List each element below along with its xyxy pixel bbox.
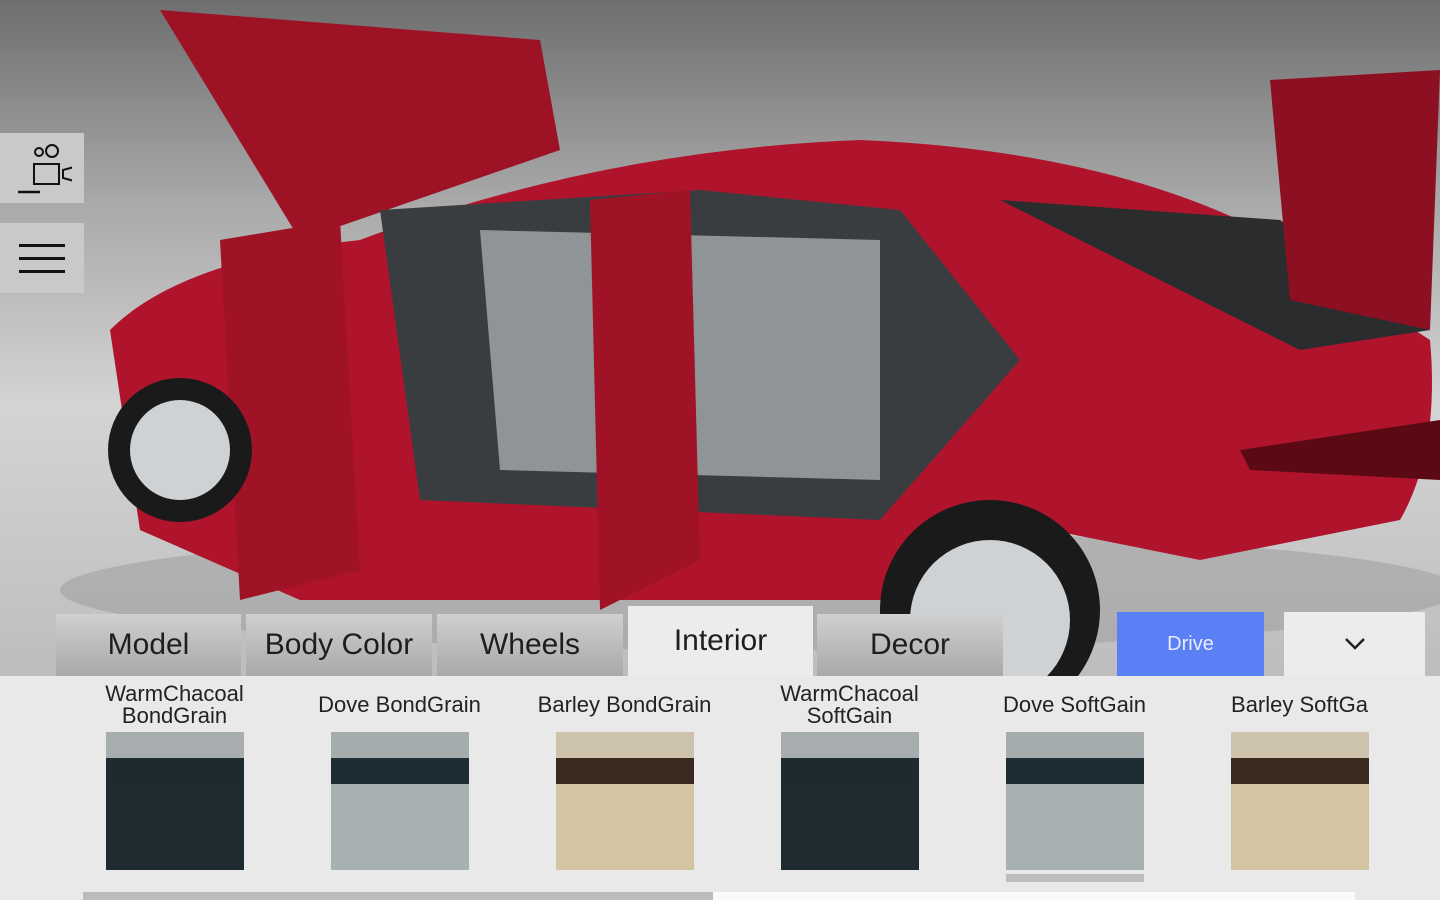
tab-interior[interactable]: Interior	[628, 606, 813, 676]
swatch-tile[interactable]	[780, 732, 919, 870]
swatch-label: Dove BondGrain	[318, 692, 481, 717]
collapse-button[interactable]	[1284, 612, 1425, 676]
tab-body-color[interactable]: Body Color	[246, 614, 432, 676]
scrollbar-thumb[interactable]	[83, 892, 713, 900]
hamburger-menu-icon	[19, 244, 65, 273]
tab-wheels[interactable]: Wheels	[437, 614, 623, 676]
swatch-label: Barley BondGrain	[537, 692, 712, 717]
swatch-option[interactable]: Barley SoftGa	[1187, 676, 1412, 870]
swatch-tile[interactable]	[555, 732, 694, 870]
tab-model[interactable]: Model	[56, 614, 241, 676]
swatch-option[interactable]: Dove SoftGain	[962, 676, 1187, 882]
swatch-option[interactable]: WarmChacoal BondGrain	[62, 676, 287, 870]
swatch-tile[interactable]	[330, 732, 469, 870]
car-render	[60, 10, 1440, 676]
swatch-label: Dove SoftGain	[1002, 692, 1147, 717]
swatch-tile[interactable]	[1005, 732, 1144, 870]
swatch-option[interactable]: Barley BondGrain	[512, 676, 737, 870]
swatch-tile[interactable]	[105, 732, 244, 870]
selected-indicator	[1005, 874, 1144, 882]
chevron-down-icon	[1344, 638, 1365, 650]
video-camera-icon	[18, 144, 72, 194]
car-3d-view[interactable]	[0, 0, 1440, 676]
swatch-label: WarmChacoal SoftGain	[780, 681, 919, 728]
interior-options-panel: WarmChacoal BondGrain Dove BondGrain Bar…	[0, 676, 1440, 900]
drive-button[interactable]: Drive	[1117, 612, 1264, 676]
swatch-label: WarmChacoal BondGrain	[105, 681, 244, 728]
swatch-tile[interactable]	[1230, 732, 1369, 870]
swatch-option[interactable]: WarmChacoal SoftGain	[737, 676, 962, 870]
camera-view-button[interactable]	[0, 133, 84, 203]
category-tabs: Model Body Color Wheels Interior Decor D…	[0, 606, 1440, 676]
swatch-option[interactable]: Dove BondGrain	[287, 676, 512, 870]
tab-decor[interactable]: Decor	[817, 614, 1003, 676]
menu-button[interactable]	[0, 223, 84, 293]
swatch-label: Barley SoftGa	[1231, 692, 1368, 717]
